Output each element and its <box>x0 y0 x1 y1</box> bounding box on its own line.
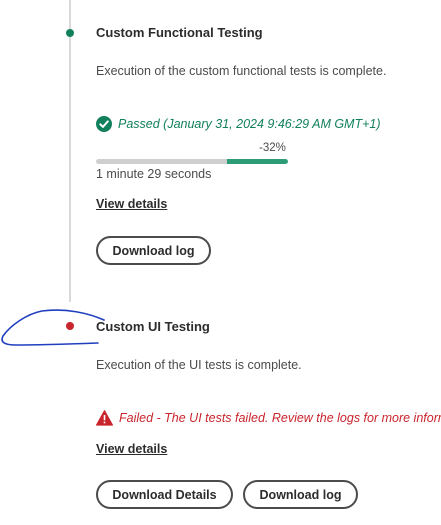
step-status-dot-success <box>66 29 74 37</box>
status-passed: Passed (January 31, 2024 9:46:29 AM GMT+… <box>96 116 381 132</box>
status-passed-text: Passed (January 31, 2024 9:46:29 AM GMT+… <box>118 117 381 131</box>
step-description-ui-testing: Execution of the UI tests is complete. <box>96 358 302 372</box>
status-failed: Failed - The UI tests failed. Review the… <box>96 410 441 426</box>
timeline-line <box>69 0 71 302</box>
step-title-functional-testing: Custom Functional Testing <box>96 25 263 40</box>
step-status-dot-error <box>66 322 74 330</box>
view-details-link-functional[interactable]: View details <box>96 197 167 211</box>
progress-percent-label: -32% <box>259 142 286 154</box>
progress-bar <box>96 159 288 164</box>
alert-triangle-icon <box>96 410 113 426</box>
progress-bar-fill <box>226 159 288 164</box>
step-description-functional-testing: Execution of the custom functional tests… <box>96 64 387 78</box>
download-details-button[interactable]: Download Details <box>96 480 233 509</box>
view-details-link-ui[interactable]: View details <box>96 442 167 456</box>
download-log-button-functional[interactable]: Download log <box>96 236 211 265</box>
status-failed-text: Failed - The UI tests failed. Review the… <box>119 411 441 425</box>
download-log-button-ui[interactable]: Download log <box>243 480 358 509</box>
step-title-ui-testing: Custom UI Testing <box>96 319 210 334</box>
check-circle-icon <box>96 116 112 132</box>
step-duration: 1 minute 29 seconds <box>96 167 212 181</box>
annotation-scribble <box>1 309 105 346</box>
